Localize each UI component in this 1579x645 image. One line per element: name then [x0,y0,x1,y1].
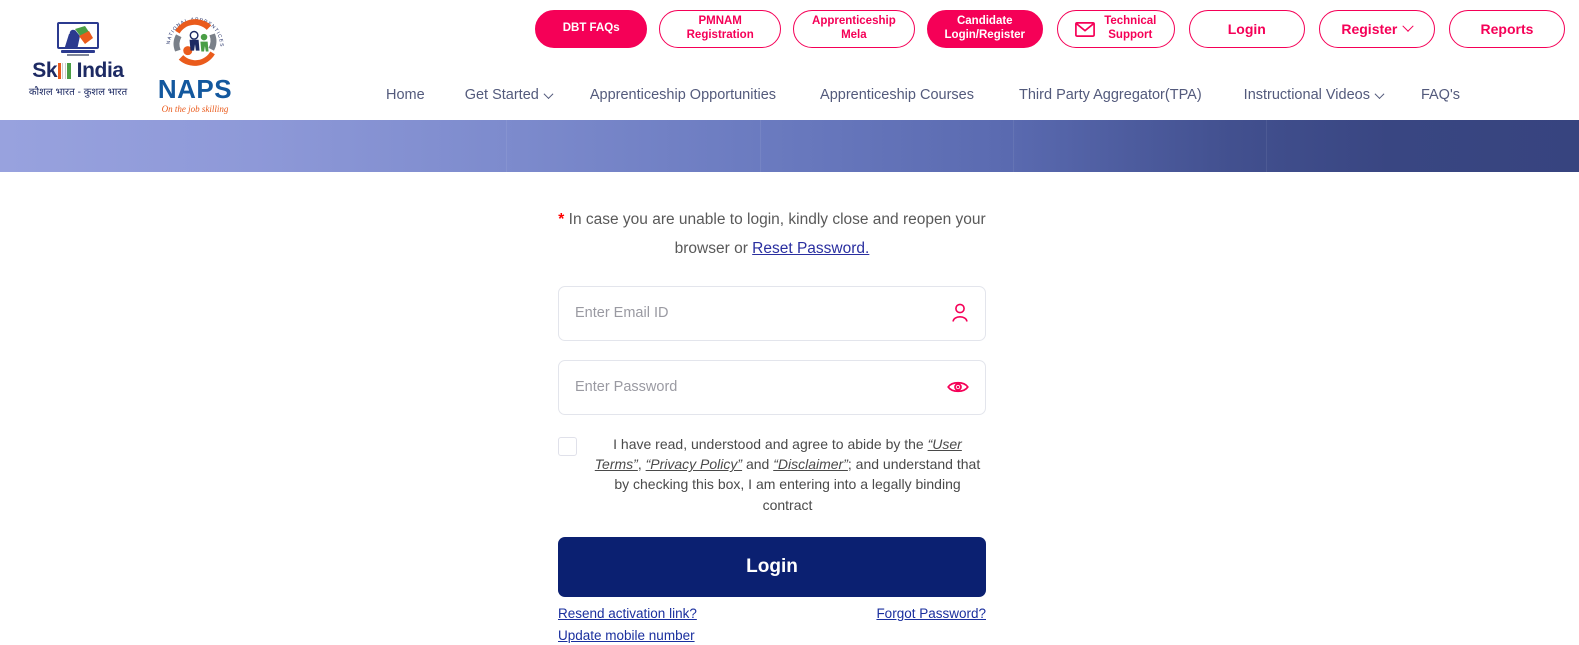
top-button-bar: DBT FAQs PMNAM Registration Apprenticesh… [535,10,1565,48]
terms-text: I have read, understood and agree to abi… [589,434,986,515]
site-header: Sk India कौशल भारत - कुशल भारत NATIONAL … [0,0,1579,120]
terms-part-2: , [637,456,646,473]
nav-label-faqs: FAQ's [1420,87,1460,103]
nav-item-third-party-aggregator[interactable]: Third Party Aggregator(TPA) [1019,87,1202,103]
main-navigation: Home Get Started Apprenticeship Opportun… [0,78,1579,112]
apprenticeship-mela-label-line2: Mela [841,29,867,41]
candidate-login-label-line1: Candidate [956,15,1013,28]
nav-label-get-started: Get Started [464,87,539,103]
apprenticeship-mela-button[interactable]: Apprenticeship Mela [793,10,915,48]
nav-label-apprenticeship-courses: Apprenticeship Courses [820,87,974,103]
candidate-login-register-button[interactable]: Candidate Login/Register [926,10,1043,48]
login-button-label: Login [1227,20,1266,37]
nav-label-home: Home [386,87,425,103]
update-mobile-row: Update mobile number [558,627,986,645]
hero-banner-strip [0,120,1579,172]
disclaimer-link[interactable]: “Disclaimer” [773,456,848,472]
password-field-wrapper[interactable] [558,359,986,415]
chevron-down-icon [1374,88,1385,99]
terms-part-1: I have read, understood and agree to abi… [613,435,928,452]
pmnam-registration-label-line2: Registration [686,29,754,41]
candidate-login-label-line2: Login/Register [944,29,1026,41]
dbt-faqs-label: DBT FAQs [562,22,620,35]
mail-icon [1075,21,1096,37]
email-input[interactable] [559,286,985,340]
password-input[interactable] [559,360,985,414]
nav-label-instructional-videos: Instructional Videos [1243,87,1370,103]
login-submit-button[interactable]: Login [558,537,986,598]
terms-agreement-row: I have read, understood and agree to abi… [558,434,986,515]
apprenticeship-mela-label-line1: Apprenticeship [812,15,896,28]
nav-item-apprenticeship-opportunities[interactable]: Apprenticeship Opportunities [590,87,776,103]
nav-label-third-party-aggregator: Third Party Aggregator(TPA) [1019,87,1202,103]
naps-emblem-icon: NATIONAL APPRENTICESHIP PROMOTION SCHEME [159,10,223,66]
pmnam-registration-button[interactable]: PMNAM Registration [659,10,782,48]
nav-item-faqs[interactable]: FAQ's [1421,87,1460,103]
login-button[interactable]: Login [1188,10,1305,48]
register-button-label: Register [1341,20,1398,37]
register-button[interactable]: Register [1318,10,1435,48]
pmnam-registration-label-line1: PMNAM [698,15,742,28]
privacy-policy-link[interactable]: “Privacy Policy” [646,456,742,472]
nav-item-home[interactable]: Home [386,87,425,103]
login-helper-links: Resend activation link? Forgot Password? [558,606,986,621]
resend-activation-link[interactable]: Resend activation link? [558,606,697,621]
monitor-base [67,53,89,56]
reset-password-link[interactable]: Reset Password. [752,240,869,257]
dbt-faqs-button[interactable]: DBT FAQs [535,10,648,48]
nav-item-get-started[interactable]: Get Started [464,87,554,103]
nav-item-apprenticeship-courses[interactable]: Apprenticeship Courses [820,87,974,103]
terms-checkbox[interactable] [558,436,577,456]
email-field-wrapper[interactable] [558,285,986,341]
login-notice: * In case you are unable to login, kindl… [558,205,986,264]
nav-label-apprenticeship-opportunities: Apprenticeship Opportunities [589,87,777,103]
nav-item-instructional-videos[interactable]: Instructional Videos [1243,87,1385,103]
skill-india-monitor-icon [57,22,99,49]
login-form: * In case you are unable to login, kindl… [558,205,986,645]
forgot-password-link[interactable]: Forgot Password? [876,606,986,621]
technical-support-button[interactable]: Technical Support [1056,10,1175,48]
monitor-stand [61,49,95,53]
update-mobile-number-link[interactable]: Update mobile number [558,628,695,643]
reports-button[interactable]: Reports [1448,10,1565,48]
technical-support-label-line2: Support [1108,29,1153,41]
reports-button-label: Reports [1480,20,1534,37]
chevron-down-icon [1402,20,1415,32]
user-icon[interactable] [951,303,969,323]
technical-support-label-line1: Technical [1104,15,1157,28]
chevron-down-icon [543,88,554,99]
terms-part-3: and [742,456,774,473]
eye-icon[interactable] [947,380,969,394]
